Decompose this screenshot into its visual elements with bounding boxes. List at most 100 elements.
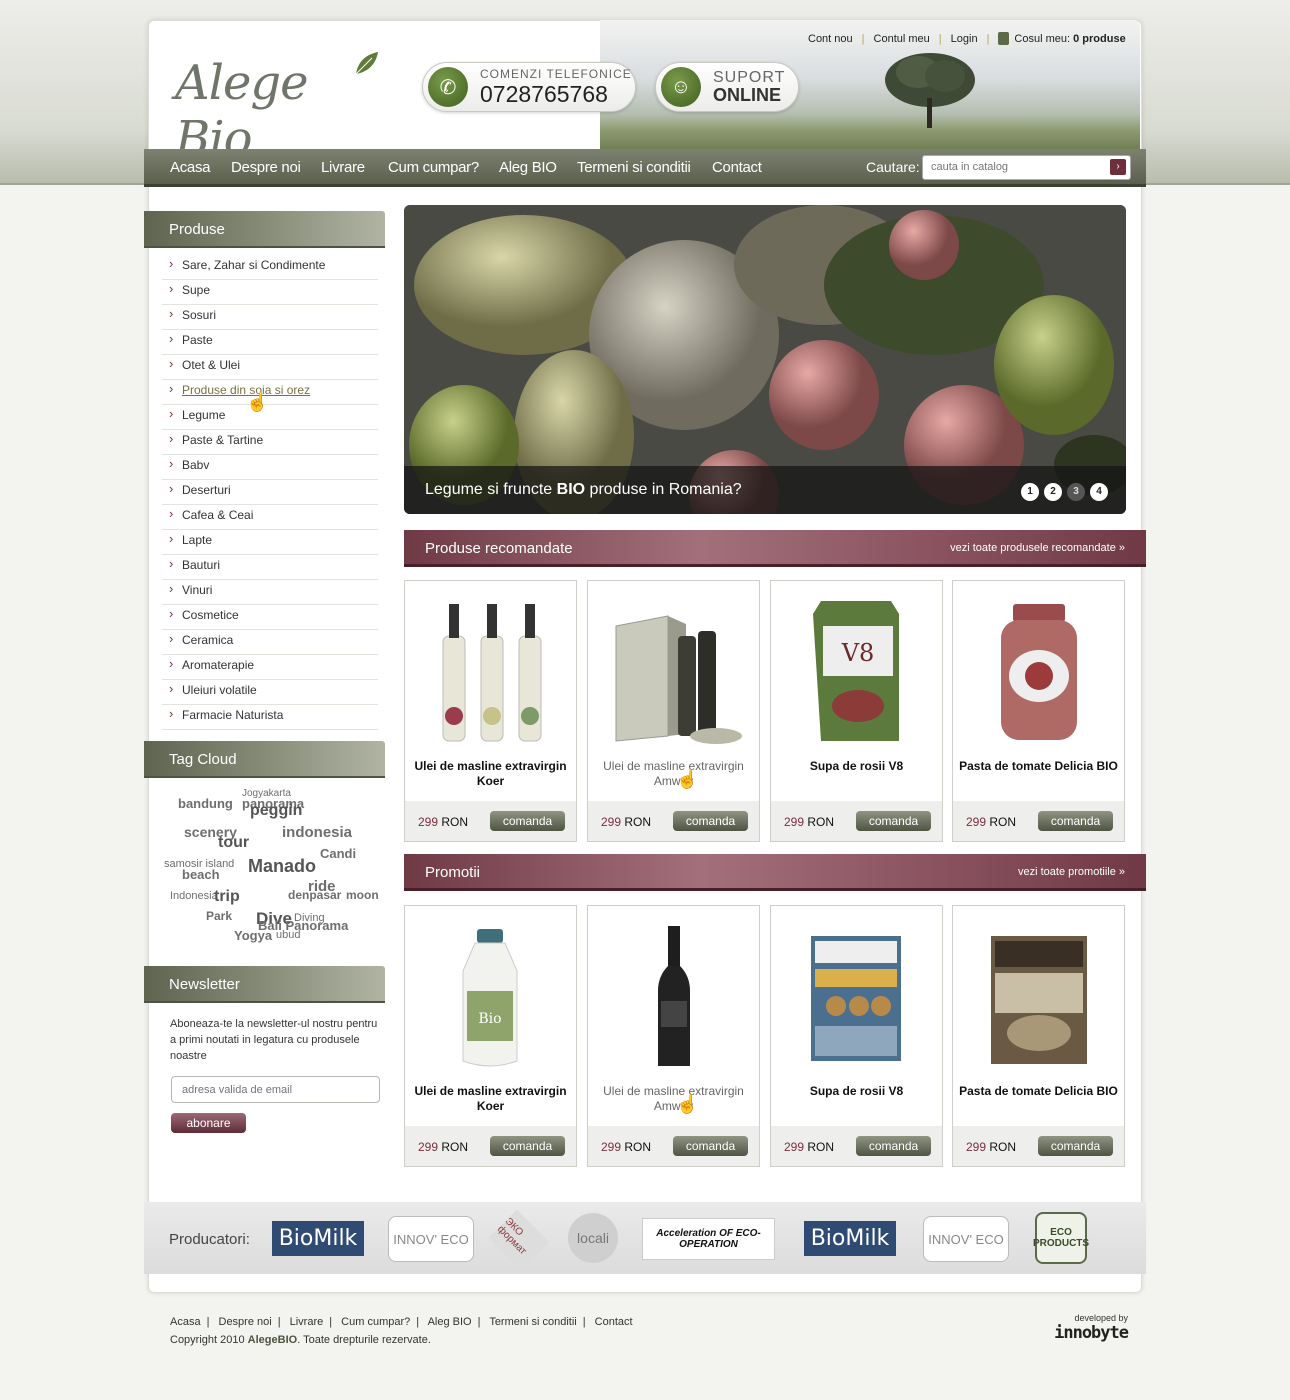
tag[interactable]: denpasar [288,888,341,902]
tag[interactable]: Indonesia [170,890,218,902]
online-support-badge[interactable]: ☺ SUPORT ONLINE [655,62,799,112]
manufacturer-logo-innoveco[interactable]: INNOV' ECO [388,1216,474,1262]
category-item[interactable]: Babv [162,455,378,480]
tag[interactable]: Park [206,909,232,923]
category-item[interactable]: Deserturi [162,480,378,505]
product-card[interactable]: Pasta de tomate Delicia BIO 299 RON coma… [952,905,1125,1167]
tag[interactable]: samosir island [164,858,234,870]
product-card[interactable]: Ulei de masline extravirgin Koer 299 RON… [404,580,577,842]
manufacturer-logo-innoveco-2[interactable]: INNOV' ECO [923,1216,1009,1262]
product-card[interactable]: V8 Supa de rosii V8 299 RON comanda [770,580,943,842]
category-item[interactable]: Sare, Zahar si Condimente [162,255,378,280]
tag[interactable]: Candi [320,846,356,861]
tag[interactable]: ubud [276,929,300,941]
svg-text:V8: V8 [841,639,875,667]
slider-page-2[interactable]: 2 [1044,483,1062,501]
slider-page-3[interactable]: 3 [1067,483,1085,501]
order-button[interactable]: comanda [1038,811,1113,831]
category-item[interactable]: Uleiuri volatile [162,680,378,705]
footer-link[interactable]: Cum cumpar? [341,1316,410,1328]
footer-link[interactable]: Livrare [290,1316,324,1328]
nav-despre-noi[interactable]: Despre noi [231,159,301,176]
tag[interactable]: Jogyakarta [242,788,291,799]
order-button[interactable]: comanda [673,1136,748,1156]
category-item[interactable]: Lapte [162,530,378,555]
category-item[interactable]: Legume [162,405,378,430]
category-item[interactable]: Sosuri [162,305,378,330]
manufacturer-logo-ekoformat[interactable]: ЭКО формат [488,1209,550,1271]
product-name[interactable]: Supa de rosii V8 [771,1084,942,1099]
footer-link[interactable]: Termeni si conditii [489,1316,576,1328]
tag[interactable]: moon [346,888,379,902]
search-submit-icon[interactable]: › [1110,159,1126,175]
nav-livrare[interactable]: Livrare [321,159,365,176]
tag[interactable]: indonesia [282,824,352,841]
product-card[interactable]: Pasta de tomate Delicia BIO 299 RON coma… [952,580,1125,842]
product-name[interactable]: Ulei de masline extravirgin Koer [405,1084,576,1114]
category-item[interactable]: Paste & Tartine [162,430,378,455]
tag[interactable]: trip [214,888,240,906]
subscribe-button[interactable]: abonare [171,1113,246,1133]
link-contul-meu[interactable]: Contul meu [874,33,930,45]
nav-termeni[interactable]: Termeni si conditii [577,159,691,176]
category-item[interactable]: Otet & Ulei [162,355,378,380]
category-item[interactable]: Farmacie Naturista [162,705,378,730]
category-item[interactable]: Ceramica [162,630,378,655]
order-button[interactable]: comanda [1038,1136,1113,1156]
tag[interactable]: peggin [250,802,302,820]
manufacturer-logo-acceleration[interactable]: Acceleration OF ECO-OPERATION [642,1218,775,1260]
product-card[interactable]: Bio Ulei de masline extravirgin Koer 299… [404,905,577,1167]
product-name[interactable]: Ulei de masline extravirgin Koer [405,759,576,789]
promotions-view-all-link[interactable]: vezi toate promotiile » [1018,866,1125,878]
manufacturer-logo-locali[interactable]: locali [568,1213,618,1263]
link-cont-nou[interactable]: Cont nou [808,33,853,45]
category-item[interactable]: Cosmetice [162,605,378,630]
product-card[interactable]: Supa de rosii V8 299 RON comanda [770,905,943,1167]
nav-acasa[interactable]: Acasa [170,159,211,176]
category-item[interactable]: Bauturi [162,555,378,580]
recommended-view-all-link[interactable]: vezi toate produsele recomandate » [950,542,1125,554]
product-name[interactable]: Pasta de tomate Delicia BIO [953,759,1124,774]
product-name[interactable]: Ulei de masline extravirgin Amway [588,1084,759,1114]
nav-cum-cumpar[interactable]: Cum cumpar? [388,159,479,176]
product-name[interactable]: Ulei de masline extravirgin Amway [588,759,759,789]
manufacturer-logo-biomilk[interactable]: BioMilk [272,1221,364,1256]
slider-page-1[interactable]: 1 [1021,483,1039,501]
slider-page-4[interactable]: 4 [1090,483,1108,501]
order-button[interactable]: comanda [673,811,748,831]
category-item[interactable]: Paste [162,330,378,355]
manufacturer-logo-biomilk-2[interactable]: BioMilk [804,1221,896,1256]
tag[interactable]: tour [218,834,249,852]
order-button[interactable]: comanda [856,1136,931,1156]
tag[interactable]: Manado [248,856,316,877]
category-item-active[interactable]: Produse din soia si orez [162,380,378,405]
footer-link[interactable]: Aleg BIO [428,1316,472,1328]
footer-link[interactable]: Despre noi [219,1316,272,1328]
cart-link[interactable]: Cosul meu: 0 produse [998,32,1126,45]
product-name[interactable]: Supa de rosii V8 [771,759,942,774]
tag[interactable]: Yogya [234,928,272,943]
order-button[interactable]: comanda [490,811,565,831]
phone-orders-badge[interactable]: ✆ COMENZI TELEFONICE 0728765768 [422,62,636,112]
nav-contact[interactable]: Contact [712,159,762,176]
site-logo[interactable]: Alege Bio [172,50,387,167]
product-card[interactable]: Ulei de masline extravirgin Amway 299 RO… [587,580,760,842]
search-input[interactable] [931,156,1111,178]
order-button[interactable]: comanda [856,811,931,831]
tag[interactable]: Diving [294,912,325,924]
category-item[interactable]: Vinuri [162,580,378,605]
product-name[interactable]: Pasta de tomate Delicia BIO [953,1084,1124,1099]
newsletter-email-input[interactable] [171,1076,380,1103]
product-card[interactable]: Ulei de masline extravirgin Amway 299 RO… [587,905,760,1167]
manufacturer-logo-ecoproducts[interactable]: ECO PRODUCTS [1033,1212,1089,1264]
tag[interactable]: bandung [178,796,233,811]
link-login[interactable]: Login [951,33,978,45]
footer-link[interactable]: Acasa [170,1316,201,1328]
footer-link[interactable]: Contact [595,1316,633,1328]
category-item[interactable]: Cafea & Ceai [162,505,378,530]
developer-credit[interactable]: developed by innobyte [1033,1313,1129,1345]
order-button[interactable]: comanda [490,1136,565,1156]
category-item[interactable]: Supe [162,280,378,305]
category-item[interactable]: Aromaterapie [162,655,378,680]
nav-aleg-bio[interactable]: Aleg BIO [499,159,557,176]
